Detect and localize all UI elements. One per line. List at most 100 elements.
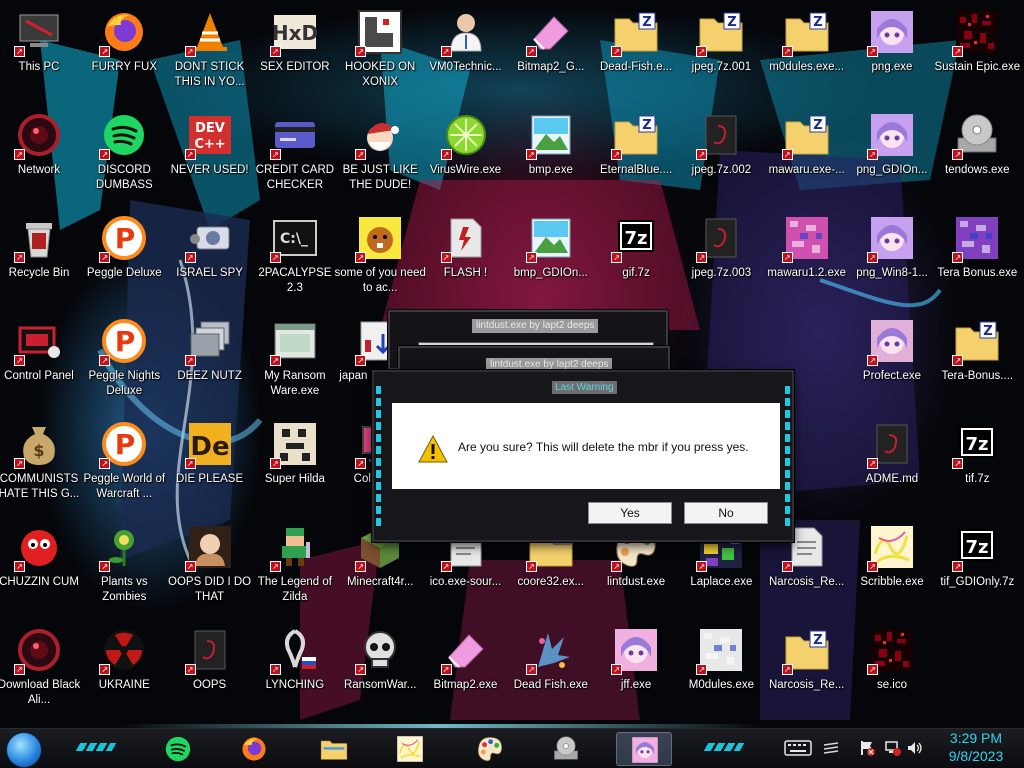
clock-date[interactable]: 9/8/2023 xyxy=(936,747,1016,766)
desktop-icon-label: Minecraft4r... xyxy=(346,576,414,588)
desktop-icon-jff-exe[interactable]: ↗ jff.exe xyxy=(590,621,682,719)
desktop-icon-jpeg-7z-001[interactable]: Z ↗ jpeg.7z.001 xyxy=(675,3,767,101)
desktop-icon-vm0technic[interactable]: ↗ VM0Technic... xyxy=(420,3,512,101)
desktop-icon-png-exe[interactable]: ↗ png.exe xyxy=(846,3,938,101)
desktop-icon-label: mawaru1.2.exe xyxy=(767,267,846,279)
clock-time[interactable]: 3:29 PM xyxy=(936,729,1016,748)
desktop-icon-gif-7z[interactable]: 7z ↗ gif.7z xyxy=(590,209,682,307)
desktop-icon-bmp-exe[interactable]: ↗ bmp.exe xyxy=(505,106,597,204)
desktop-icon-peggle-nights-deluxe[interactable]: P ↗ Peggle Nights Deluxe xyxy=(78,312,170,410)
desktop-icon-tendows-exe[interactable]: ↗ tendows.exe xyxy=(931,106,1023,204)
desktop-icon-ukraine[interactable]: ↗ UKRAINE xyxy=(78,621,170,719)
desktop-icon-bmp-gdion[interactable]: ↗ bmp_GDIOn... xyxy=(505,209,597,307)
shortcut-arrow-icon: ↗ xyxy=(14,252,25,263)
desktop-icon-lynching[interactable]: ↗ LYNCHING xyxy=(249,621,341,719)
desktop-icon-peggle-world-of-warcraft[interactable]: P ↗ Peggle World of Warcraft ... xyxy=(78,415,170,513)
shortcut-arrow-icon: ↗ xyxy=(269,252,281,263)
taskbar-button-file-explorer[interactable] xyxy=(306,732,362,766)
volume-icon[interactable] xyxy=(906,739,924,757)
desktop-icon-viruswire-exe[interactable]: ↗ VirusWire.exe xyxy=(420,106,512,204)
desktop-icon-dont-stick-this-in-yo[interactable]: ↗ DONT STICK THIS IN YO... xyxy=(164,3,256,101)
desktop-icon-bitmap2-g[interactable]: ↗ Bitmap2_G... xyxy=(505,3,597,101)
taskbar-button-cd-drive[interactable] xyxy=(538,732,594,766)
desktop-icon-scribble-exe[interactable]: ↗ Scribble.exe xyxy=(846,518,938,616)
desktop-icon-jpeg-7z-003[interactable]: ↗ jpeg.7z.003 xyxy=(675,209,767,307)
desktop-icon-sex-editor[interactable]: HxD ↗ SEX EDITOR xyxy=(249,3,341,101)
yes-button[interactable]: Yes xyxy=(588,502,672,524)
paint-palette-icon xyxy=(476,735,504,763)
taskbar-button-scribble[interactable] xyxy=(382,732,438,766)
desktop-icon-never-used[interactable]: DEV C++ ↗ NEVER USED! xyxy=(164,106,256,204)
desktop-icon-mawaru-exe[interactable]: Z ↗ mawaru.exe-... xyxy=(761,106,853,204)
desktop-icon-bitmap2-exe[interactable]: ↗ Bitmap2.exe xyxy=(420,621,512,719)
desktop-icon-tif-gdionly-7z[interactable]: 7z ↗ tif_GDIOnly.7z xyxy=(931,518,1023,616)
desktop-icon-this-pc[interactable]: ↗ This PC xyxy=(0,3,85,101)
desktop-icon-chuzzin-cum[interactable]: ↗ CHUZZIN CUM xyxy=(0,518,85,616)
desktop-icon-israel-spy[interactable]: ↗ ISRAEL SPY xyxy=(164,209,256,307)
desktop-icon-sustain-epic-exe[interactable]: ↗ Sustain Epic.exe xyxy=(931,3,1023,101)
desktop-icon-furry-fux[interactable]: ↗ FURRY FUX xyxy=(78,3,170,101)
show-desktop-lines-icon[interactable] xyxy=(822,739,840,757)
desktop-icon-tera-bonus[interactable]: Z ↗ Tera-Bonus.... xyxy=(931,312,1023,410)
desktop-icon-network[interactable]: ↗ Network xyxy=(0,106,85,204)
peggle-icon: P ↗ xyxy=(99,215,147,263)
desktop-icon-my-ransom-ware-exe[interactable]: ↗ My Ransom Ware.exe xyxy=(249,312,341,410)
desktop-icon-2pacalypse-2-3[interactable]: C:\_ ↗ 2PACALYPSE 2.3 xyxy=(249,209,341,307)
desktop-icon-jpeg-7z-002[interactable]: ↗ jpeg.7z.002 xyxy=(675,106,767,204)
desktop-icon-super-hilda[interactable]: ↗ Super Hilda xyxy=(249,415,341,513)
shortcut-arrow-icon: ↗ xyxy=(867,46,878,57)
desktop-icon-dead-fish-exe[interactable]: ↗ Dead Fish.exe xyxy=(505,621,597,719)
desktop-icon-m0dules-exe[interactable]: ↗ M0dules.exe xyxy=(675,621,767,719)
taskbar-button-paint-palette[interactable] xyxy=(462,732,518,766)
desktop-icon-discord-dumbass[interactable]: ↗ DISCORD DUMBASS xyxy=(78,106,170,204)
desktop-icon-die-please[interactable]: De ↗ DIE PLEASE xyxy=(164,415,256,513)
desktop-icon-download-black-ali[interactable]: ↗ Download Black Ali... xyxy=(0,621,85,719)
desktop-icon-tera-bonus-exe[interactable]: ↗ Tera Bonus.exe xyxy=(931,209,1023,307)
desktop-icon-be-just-like-the-dude[interactable]: ↗ BE JUST LIKE THE DUDE! xyxy=(334,106,426,204)
desktop-icon-credit-card-checker[interactable]: ↗ CREDIT CARD CHECKER xyxy=(249,106,341,204)
desktop-icon-label: bmp_GDIOn... xyxy=(513,267,588,279)
desktop-icon-communists-hate-this-g[interactable]: $ ↗ COMMUNISTS HATE THIS G... xyxy=(0,415,85,513)
desktop-icon-mawaru1-2-exe[interactable]: ↗ mawaru1.2.exe xyxy=(761,209,853,307)
desktop-icon-png-win8-1[interactable]: ↗ png_Win8-1... xyxy=(846,209,938,307)
shortcut-arrow-icon: ↗ xyxy=(867,252,878,263)
desktop-icon-ransomwar[interactable]: ↗ RansomWar... xyxy=(334,621,426,719)
desktop-icon-label: m0dules.exe... xyxy=(769,61,845,73)
desktop-icon-flash[interactable]: ↗ FLASH ! xyxy=(420,209,512,307)
desktop-icon-dead-fish-e[interactable]: Z ↗ Dead-Fish.e... xyxy=(590,3,682,101)
desktop-icon-recycle-bin[interactable]: ↗ Recycle Bin xyxy=(0,209,85,307)
desktop-icon-the-legend-of-zilda[interactable]: ↗ The Legend of Zilda xyxy=(249,518,341,616)
desktop-icon-narcosis-re[interactable]: Z ↗ Narcosis_Re... xyxy=(761,621,853,719)
start-button[interactable] xyxy=(6,732,42,768)
desktop-icon-deez-nutz[interactable]: ↗ DEEZ NUTZ xyxy=(164,312,256,410)
taskbar-button-spotify[interactable] xyxy=(150,732,206,766)
anime-girl-icon: ↗ xyxy=(611,627,659,675)
desktop-icon-eternalblue[interactable]: Z ↗ EternalBlue.... xyxy=(590,106,682,204)
desktop-icon-hooked-on-xonix[interactable]: ↗ HOOKED ON XONIX xyxy=(334,3,426,101)
desktop-icon-png-gdion[interactable]: ↗ png_GDIOn... xyxy=(846,106,938,204)
svg-text:De: De xyxy=(190,432,229,462)
background-dialog-1-title: lintdust.exe by lapt2 deeps xyxy=(472,319,599,333)
last-warning-dialog[interactable]: Last Warning Are you sure? This will del… xyxy=(372,370,794,542)
desktop-icon-peggle-deluxe[interactable]: P ↗ Peggle Deluxe xyxy=(78,209,170,307)
desktop-icon-tif-7z[interactable]: 7z ↗ tif.7z xyxy=(931,415,1023,513)
desktop-icon-adme-md[interactable]: ↗ ADME.md xyxy=(846,415,938,513)
no-button[interactable]: No xyxy=(684,502,768,524)
7z-icon: 7z ↗ xyxy=(952,421,1000,469)
image-file-icon: ↗ xyxy=(525,215,574,263)
desktop-icon-oops-did-i-do-that[interactable]: ↗ OOPS DID I DO THAT xyxy=(164,518,256,616)
svg-text:DEV: DEV xyxy=(195,121,225,136)
taskbar-button-firefox[interactable] xyxy=(226,732,282,766)
desktop-icon-m0dules-exe[interactable]: Z ↗ m0dules.exe... xyxy=(761,3,853,101)
keyboard-icon[interactable] xyxy=(784,739,812,757)
desktop-icon-se-ico[interactable]: ↗ se.ico xyxy=(846,621,938,719)
desktop-icon-some-of-you-need-to-ac[interactable]: ↗ some of you need to ac... xyxy=(334,209,426,307)
action-center-flag-icon[interactable] xyxy=(858,739,876,757)
desktop-icon-profect-exe[interactable]: ↗ Profect.exe xyxy=(846,312,938,410)
desktop-icon-plants-vs-zombies[interactable]: ↗ Plants vs Zombies xyxy=(78,518,170,616)
taskbar-button-anime-girl[interactable] xyxy=(616,732,672,766)
desktop-icon-oops[interactable]: ↗ OOPS xyxy=(164,621,256,719)
network-tray-icon[interactable] xyxy=(884,739,902,757)
shortcut-arrow-icon: ↗ xyxy=(14,664,25,675)
desktop-icon-control-panel[interactable]: ↗ Control Panel xyxy=(0,312,85,410)
